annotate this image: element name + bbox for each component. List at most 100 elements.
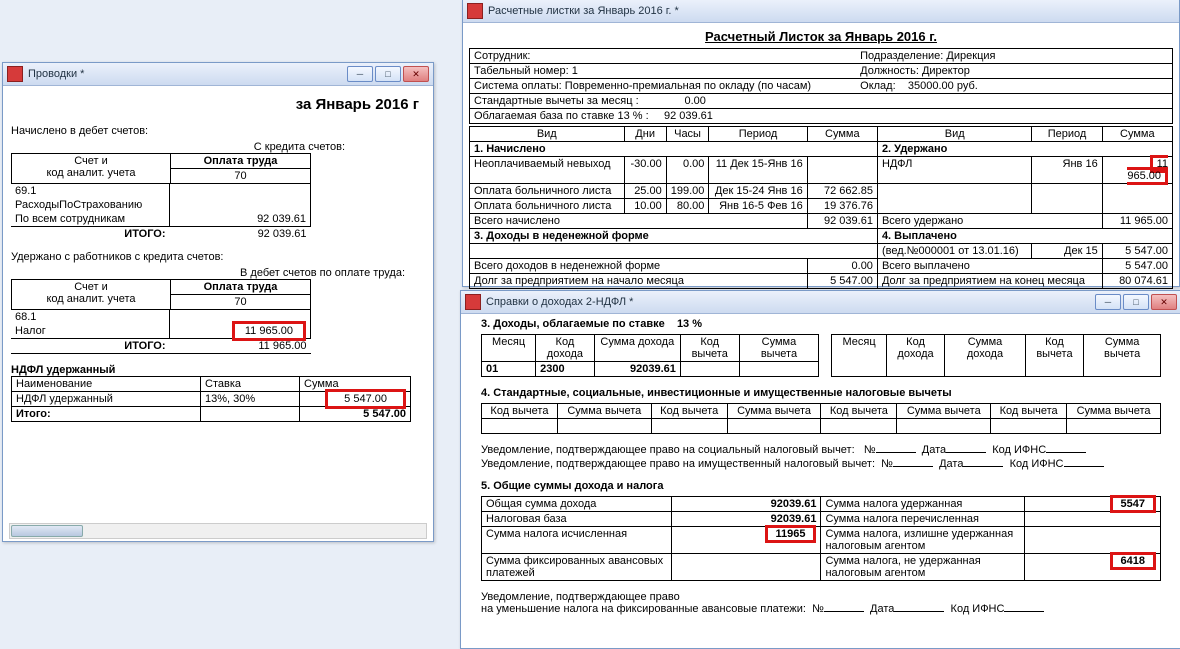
r3b: Сумма налога, излишне удержанная налогов…	[821, 527, 1025, 554]
lbl-pos: Должность:	[860, 65, 919, 77]
lbl-okl: Оклад:	[860, 80, 896, 92]
val-std: 0.00	[685, 95, 706, 107]
r-sd: 92039.61	[594, 362, 680, 377]
window-2ndfl: Справки о доходах 2-НДФЛ * ─ □ ✕ 3. Дохо…	[460, 290, 1180, 649]
close-button[interactable]: ✕	[403, 66, 429, 82]
th-month: Месяц	[482, 335, 536, 362]
th-labor-2: Оплата труда	[171, 280, 311, 295]
heading-payslip: Расчетный Листок за Январь 2016 г.	[473, 29, 1169, 44]
window-provodki: Проводки * ─ □ ✕ за Январь 2016 г Начисл…	[2, 62, 434, 542]
th-per: Период	[709, 127, 807, 142]
lbl-div: Подразделение:	[860, 50, 943, 62]
row-u1s: 11 965.00	[1102, 157, 1172, 184]
label-itogo-2: ИТОГО:	[11, 339, 170, 354]
window-payslip: Расчетные листки за Январь 2016 г. * Рас…	[462, 0, 1180, 287]
row-dtot: Всего доходов в неденежной форме	[470, 259, 808, 274]
val-pos: Директор	[922, 65, 970, 77]
not1: Уведомление, подтверждающее право на соц…	[481, 444, 855, 456]
val-okl: 35000.00 руб.	[908, 80, 978, 92]
lbl-emp: Сотрудник:	[474, 50, 531, 62]
sec-3r: 13 %	[677, 318, 702, 330]
th-labor-code-2: 70	[171, 295, 311, 310]
sec-4: 4. Стандартные, социальные, инвестиционн…	[481, 387, 1161, 399]
row-tax-val: 11 965.00	[170, 324, 311, 339]
val-base: 92 039.61	[664, 110, 713, 122]
r3a: Сумма налога исчисленная	[482, 527, 672, 554]
th-labor: Оплата труда	[171, 154, 311, 169]
row-n3: Оплата больничного листа	[470, 199, 625, 214]
app-icon	[7, 66, 23, 82]
maximize-button[interactable]: □	[375, 66, 401, 82]
not2: Уведомление, подтверждающее право на иму…	[481, 458, 875, 470]
row-dolg1: Долг за предприятием на начало месяца	[470, 274, 808, 289]
row-all-emp: По всем сотрудникам	[11, 212, 170, 227]
row-tax-code: 68.1	[11, 310, 170, 324]
titlebar-payslip[interactable]: Расчетные листки за Январь 2016 г. *	[463, 0, 1179, 23]
th-rate: Ставка	[201, 377, 300, 392]
sec-vyp: 4. Выплачено	[877, 229, 1172, 244]
label-itogo: ИТОГО:	[11, 227, 170, 242]
minimize-button[interactable]: ─	[1095, 294, 1121, 310]
val-sys: Повременно-премиальная по окладу (по час…	[565, 80, 811, 92]
row-u1: НДФЛ	[877, 157, 1032, 184]
r4a: Сумма фиксированных авансовых платежей	[482, 554, 672, 581]
sec-doh: 3. Доходы в неденежной форме	[470, 229, 878, 244]
titlebar-provodki[interactable]: Проводки * ─ □ ✕	[3, 63, 433, 86]
section-debit: Начислено в дебет счетов:	[11, 125, 425, 137]
r1b: Сумма налога удержанная	[821, 497, 1025, 512]
row-v1: (вед.№000001 от 13.01.16)	[877, 244, 1032, 259]
th-vid-2: Вид	[877, 127, 1032, 142]
th-kv: Код вычета	[680, 335, 739, 362]
th-account: Счет и код аналит. учета	[12, 154, 171, 184]
sec-3: 3. Доходы, облагаемые по ставке	[481, 318, 665, 330]
r1a: Общая сумма дохода	[482, 497, 672, 512]
row-acct-code: 69.1	[11, 184, 170, 198]
row-tax-name: Налог	[11, 324, 170, 339]
row-ntot: Всего начислено	[470, 214, 808, 229]
th-sv: Сумма вычета	[739, 335, 819, 362]
label-debit-labor: В дебет счетов по оплате труда:	[11, 267, 425, 279]
r1bv: 5547	[1025, 497, 1161, 512]
app-icon	[465, 294, 481, 310]
row-n1: Неоплачиваемый невыход	[470, 157, 625, 184]
window-title: Расчетные листки за Январь 2016 г. *	[488, 5, 1175, 17]
scrollbar-h[interactable]	[9, 523, 427, 539]
label-credit: С кредита счетов:	[11, 141, 425, 153]
sec-nach: 1. Начислено	[470, 142, 878, 157]
th-name: Наименование	[12, 377, 201, 392]
titlebar-2ndfl[interactable]: Справки о доходах 2-НДФЛ * ─ □ ✕	[461, 291, 1180, 314]
row-ndfl-name: НДФЛ удержанный	[12, 392, 201, 407]
val-tab: 1	[572, 65, 578, 77]
content-2ndfl: 3. Доходы, облагаемые по ставке 13 % Мес…	[461, 314, 1180, 642]
lbl-tab: Табельный номер:	[474, 65, 569, 77]
close-button[interactable]: ✕	[1151, 294, 1177, 310]
not3: Уведомление, подтверждающее право	[481, 591, 1161, 603]
r2b: Сумма налога перечисленная	[821, 512, 1025, 527]
th-dni: Дни	[624, 127, 666, 142]
lbl-sys: Система оплаты:	[474, 80, 562, 92]
r1av: 92039.61	[672, 497, 821, 512]
window-title: Проводки *	[28, 68, 347, 80]
val-itogo: 92 039.61	[170, 227, 311, 242]
maximize-button[interactable]: □	[1123, 294, 1149, 310]
th-sum: Сумма	[807, 127, 877, 142]
th-sum-2: Сумма	[1102, 127, 1172, 142]
r4b: Сумма налога, не удержанная налоговым аг…	[821, 554, 1025, 581]
minimize-button[interactable]: ─	[347, 66, 373, 82]
row-vtot: Всего выплачено	[877, 259, 1102, 274]
th-per-2: Период	[1032, 127, 1102, 142]
content-payslip: Расчетный Листок за Январь 2016 г. Сотру…	[463, 23, 1179, 291]
lbl-base: Облагаемая база по ставке 13 % :	[474, 110, 649, 122]
row-ndfl-rate: 13%, 30%	[201, 392, 300, 407]
row-utot: Всего удержано	[877, 214, 1102, 229]
th-ch: Часы	[666, 127, 709, 142]
r2a: Налоговая база	[482, 512, 672, 527]
row-n2: Оплата больничного листа	[470, 184, 625, 199]
r4bv: 6418	[1025, 554, 1161, 581]
th-account-2: Счет и код аналит. учета	[12, 280, 171, 310]
th-vid: Вид	[470, 127, 625, 142]
row-acct-name: РасходыПоСтрахованию	[11, 198, 170, 212]
not3b: на уменьшение налога на фиксированные ав…	[481, 603, 806, 615]
th-sd: Сумма дохода	[594, 335, 680, 362]
row-dolg2: Долг за предприятием на конец месяца	[877, 274, 1102, 289]
